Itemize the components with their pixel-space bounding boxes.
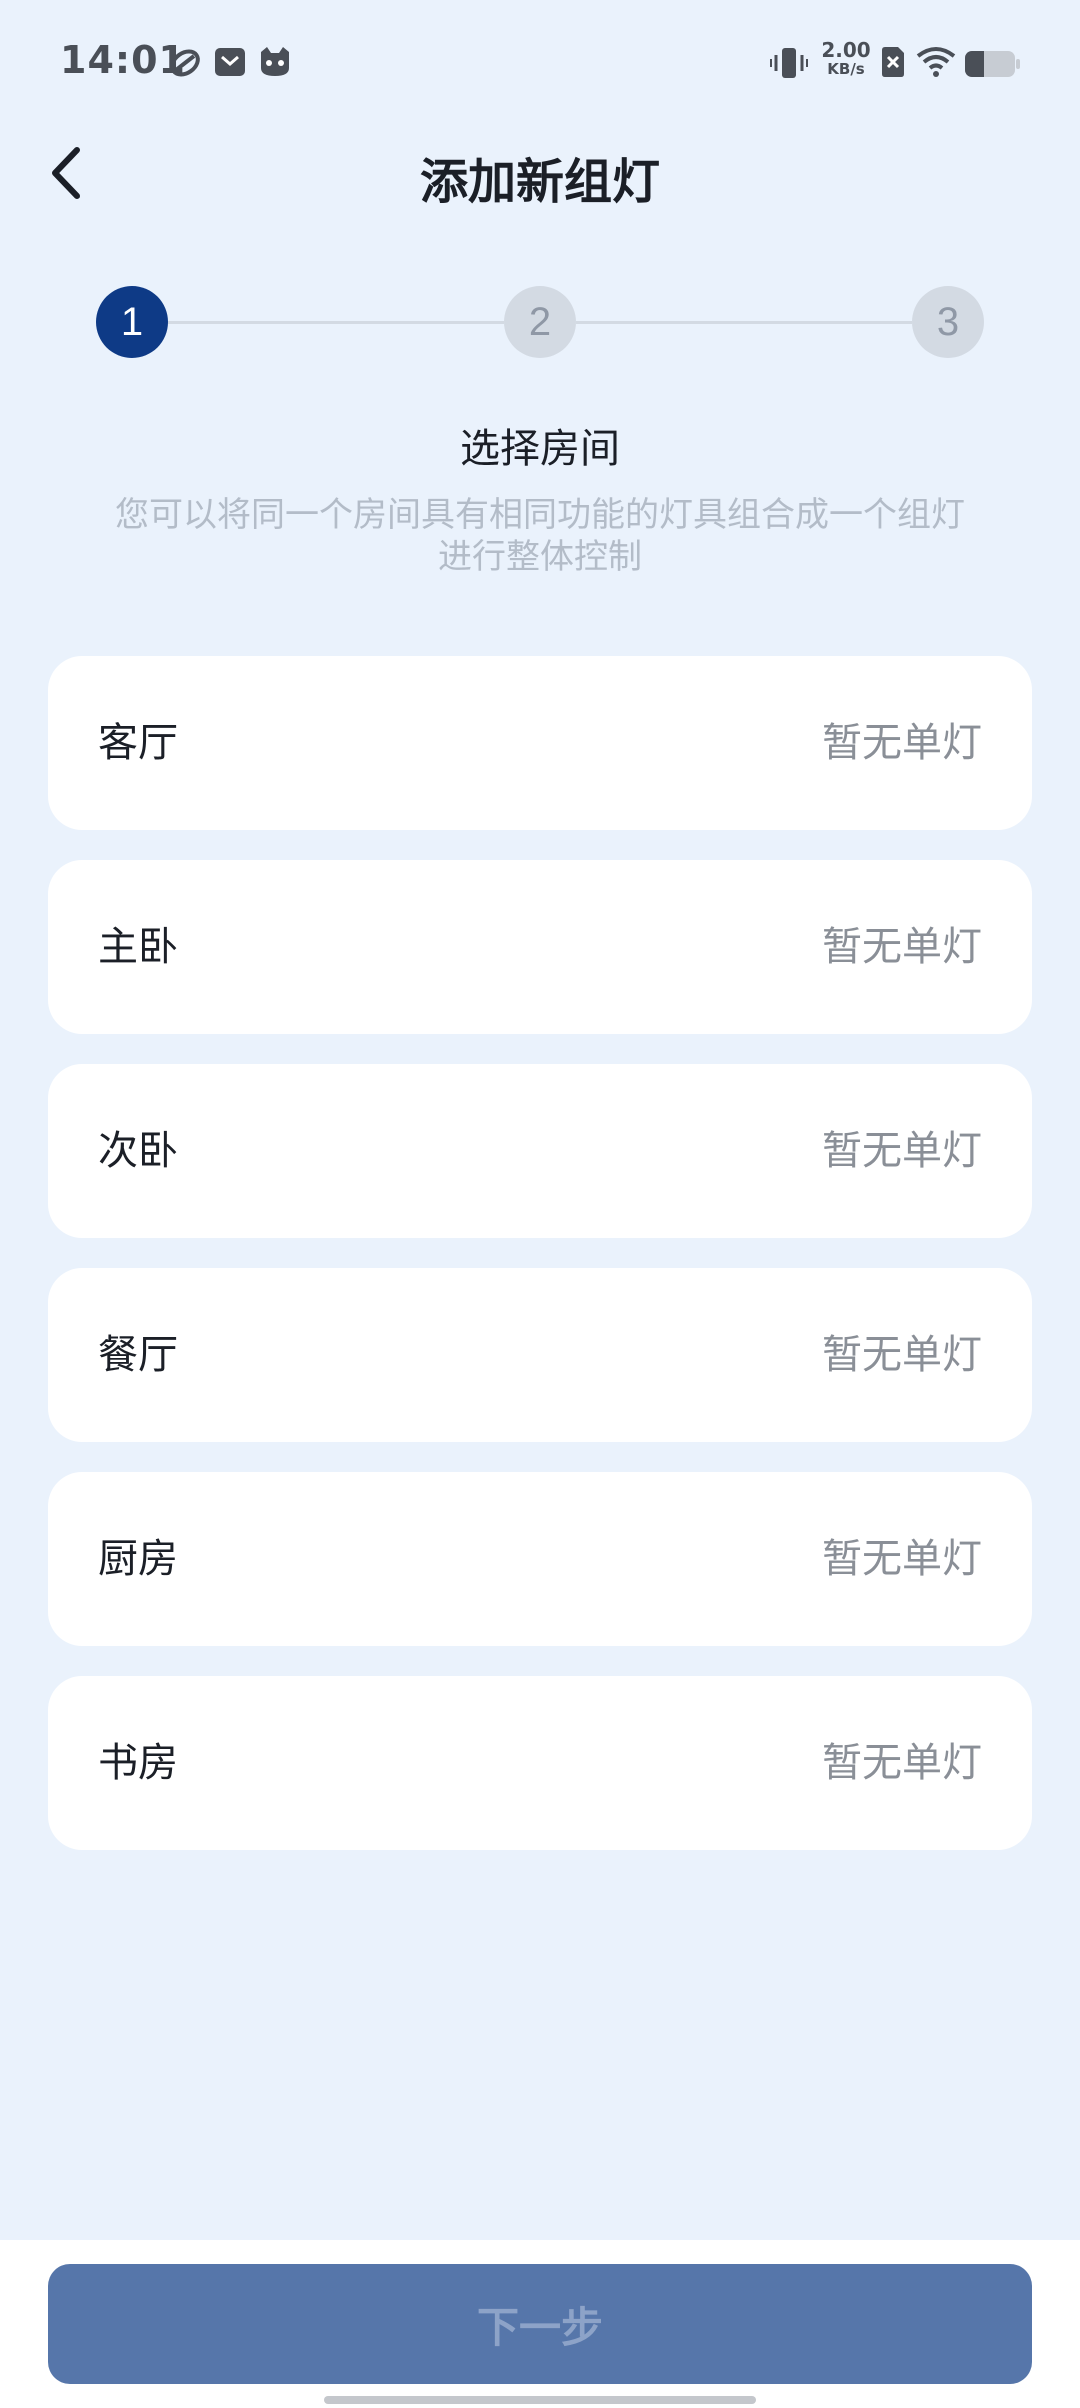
room-name: 主卧 [98,924,178,970]
next-step-button[interactable]: 下一步 [48,2264,1032,2384]
room-light-status: 暂无单灯 [822,924,982,970]
wifi-icon [916,46,956,82]
battery-icon [964,50,1020,82]
no-sim-icon [880,46,906,82]
room-name: 次卧 [98,1128,178,1174]
status-bar: 14:01 2.00 KB/s [0,0,1080,128]
room-light-status: 暂无单灯 [822,720,982,766]
vibrate-icon [770,46,808,84]
home-indicator[interactable] [324,2396,756,2404]
section-title: 选择房间 [460,426,620,472]
room-item-master-bedroom[interactable]: 主卧 暂无单灯 [48,860,1032,1034]
step-1: 1 [96,286,168,358]
room-item-kitchen[interactable]: 厨房 暂无单灯 [48,1472,1032,1646]
section-description: 您可以将同一个房间具有相同功能的灯具组合成一个组灯进行整体控制 [115,495,965,577]
step-2: 2 [504,286,576,358]
room-item-study[interactable]: 书房 暂无单灯 [48,1676,1032,1850]
room-name: 书房 [98,1740,178,1786]
step-3: 3 [912,286,984,358]
room-item-living-room[interactable]: 客厅 暂无单灯 [48,656,1032,830]
app-notification-icon [168,46,202,84]
room-light-status: 暂无单灯 [822,1740,982,1786]
mail-icon [214,46,246,82]
network-speed-unit: KB/s [827,60,865,78]
room-item-dining-room[interactable]: 餐厅 暂无单灯 [48,1268,1032,1442]
room-name: 厨房 [98,1536,178,1582]
step-connector [576,321,912,324]
step-connector [168,321,504,324]
bottom-bar: 下一步 [0,2240,1080,2408]
network-speed: 2.00 KB/s [818,40,874,77]
network-speed-value: 2.00 [821,38,871,62]
page-title: 添加新组灯 [419,154,660,210]
room-light-status: 暂无单灯 [822,1332,982,1378]
step-indicator: 1 2 3 [96,286,984,358]
room-name: 客厅 [98,720,178,766]
room-light-status: 暂无单灯 [822,1536,982,1582]
room-item-second-bedroom[interactable]: 次卧 暂无单灯 [48,1064,1032,1238]
room-light-status: 暂无单灯 [822,1128,982,1174]
room-name: 餐厅 [98,1332,178,1378]
room-list: 客厅 暂无单灯 主卧 暂无单灯 次卧 暂无单灯 餐厅 暂无单灯 厨房 暂无单灯 … [48,656,1032,1880]
cat-app-icon [258,46,292,82]
